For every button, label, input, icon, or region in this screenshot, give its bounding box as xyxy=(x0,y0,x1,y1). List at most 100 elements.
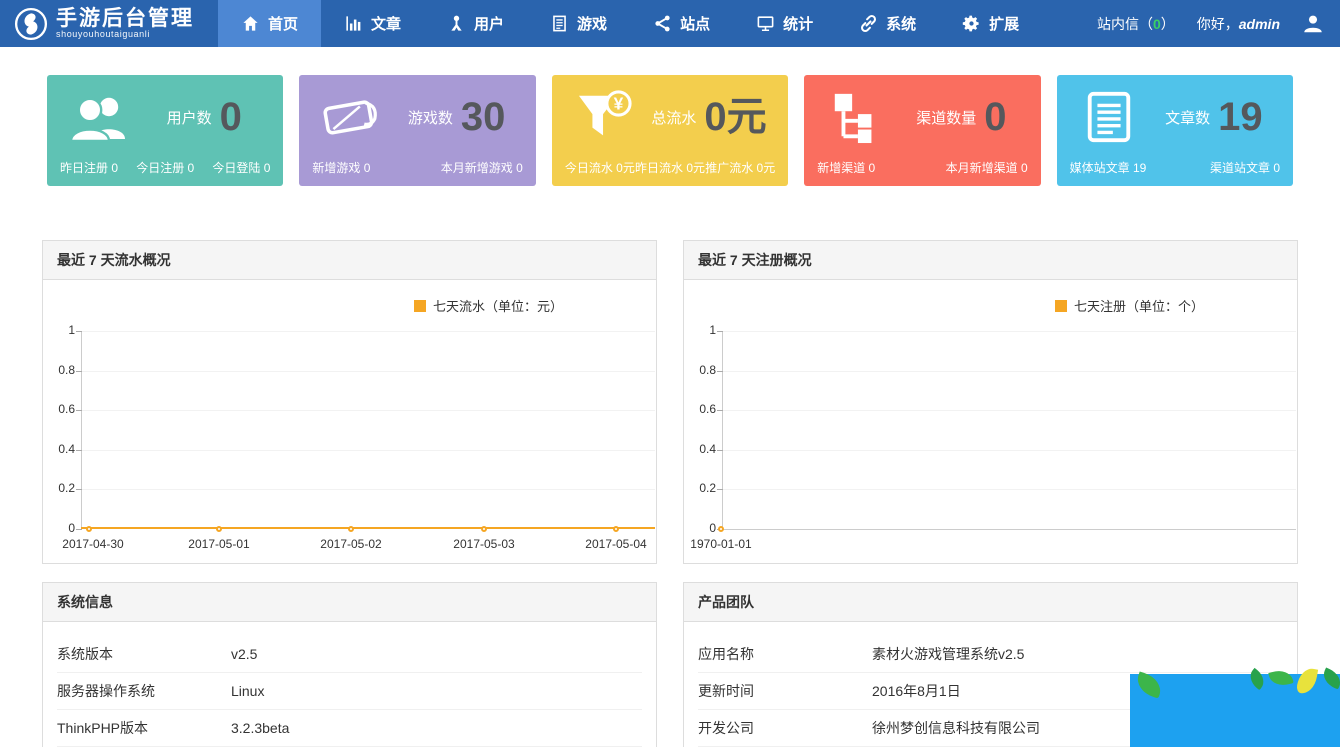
link-icon xyxy=(859,14,878,33)
logo-swirl-icon xyxy=(14,7,48,41)
x-axis-line xyxy=(722,529,1296,530)
nav-item-statistics[interactable]: 统计 xyxy=(733,0,836,47)
stat-card-articles: 文章数 19 媒体站文章 19 渠道站文章 0 xyxy=(1057,75,1293,186)
nav-item-games[interactable]: 游戏 xyxy=(527,0,630,47)
profile-person-icon[interactable] xyxy=(1302,13,1324,35)
share-nodes-icon xyxy=(653,14,672,33)
legend-label: 七天流水（单位：元） xyxy=(433,296,563,315)
monitor-icon xyxy=(756,14,775,33)
card-value: 19 xyxy=(1218,97,1263,137)
top-navbar: 手游后台管理 shouyouhoutaiguanli 首页 文章 用户 游戏 站… xyxy=(0,0,1340,47)
data-point xyxy=(718,526,724,532)
chart-legend[interactable]: 七天流水（单位：元） xyxy=(414,296,563,315)
nav-item-home[interactable]: 首页 xyxy=(218,0,321,47)
legend-swatch xyxy=(1055,300,1067,312)
main-nav: 首页 文章 用户 游戏 站点 统计 系统 扩展 xyxy=(218,0,1042,47)
nav-item-users[interactable]: 用户 xyxy=(424,0,527,47)
panel-title: 系统信息 xyxy=(43,583,656,622)
app-logo[interactable]: 手游后台管理 shouyouhoutaiguanli xyxy=(0,0,218,47)
panel-title: 最近 7 天流水概况 xyxy=(43,241,656,280)
card-stat: 推广流水 0元 xyxy=(705,159,775,176)
y-tick-label: 0.2 xyxy=(684,481,716,495)
nav-item-articles[interactable]: 文章 xyxy=(321,0,424,47)
greeting-text: 你好，admin xyxy=(1197,14,1280,34)
card-value: 0 xyxy=(984,97,1006,137)
card-stat: 媒体站文章 19 xyxy=(1070,159,1147,176)
stat-card-channels: 渠道数量 0 新增渠道 0 本月新增渠道 0 xyxy=(804,75,1040,186)
username: admin xyxy=(1239,16,1280,32)
info-row-thinkphp: ThinkPHP版本 3.2.3beta xyxy=(57,710,642,747)
card-stat: 本月新增渠道 0 xyxy=(946,159,1028,176)
card-value: 30 xyxy=(461,97,506,137)
y-tick-label: 0.6 xyxy=(43,402,75,416)
card-stat: 今日登陆 0 xyxy=(212,159,270,176)
y-tick-label: 0 xyxy=(43,521,75,535)
revenue-line-chart[interactable]: 七天流水（单位：元） 1 0.8 0.6 0.4 0.2 0 xyxy=(43,280,656,563)
gridline xyxy=(82,450,655,451)
app-title: 手游后台管理 xyxy=(56,8,194,30)
data-point xyxy=(216,526,222,532)
info-row-app-name: 应用名称 素材火游戏管理系统v2.5 xyxy=(698,636,1283,673)
app-subtitle: shouyouhoutaiguanli xyxy=(56,30,194,39)
x-tick-label: 2017-05-04 xyxy=(585,537,646,551)
panel-title: 最近 7 天注册概况 xyxy=(684,241,1297,280)
gear-icon xyxy=(962,14,981,33)
site-mail-link[interactable]: 站内信（0） xyxy=(1097,14,1175,34)
x-tick-label: 2017-05-01 xyxy=(188,537,249,551)
y-tick-label: 0 xyxy=(684,521,716,535)
stat-card-users: 用户数 0 昨日注册 0 今日注册 0 今日登陆 0 xyxy=(47,75,283,186)
y-axis-line xyxy=(722,331,723,529)
card-stat: 今日注册 0 xyxy=(136,159,194,176)
card-label: 用户数 xyxy=(167,107,212,128)
gridline xyxy=(723,450,1296,451)
nav-item-sites[interactable]: 站点 xyxy=(630,0,733,47)
info-row-version: 系统版本 v2.5 xyxy=(57,636,642,673)
user-icon xyxy=(447,14,466,33)
card-stat: 渠道站文章 0 xyxy=(1210,159,1280,176)
register-line-chart[interactable]: 七天注册（单位：个） 1 0.8 0.6 0.4 0.2 0 1970-01-0… xyxy=(684,280,1297,563)
card-value: 0元 xyxy=(704,97,766,137)
phone-game-icon xyxy=(312,90,390,144)
data-point xyxy=(86,526,92,532)
mail-count-badge: 0 xyxy=(1153,16,1161,32)
card-stat: 昨日流水 0元 xyxy=(635,159,705,176)
series-line xyxy=(81,527,655,529)
nav-item-extensions[interactable]: 扩展 xyxy=(939,0,1042,47)
data-point xyxy=(481,526,487,532)
gridline xyxy=(82,410,655,411)
y-tick-label: 0.8 xyxy=(684,363,716,377)
svg-text:¥: ¥ xyxy=(613,94,623,114)
panel-title: 产品团队 xyxy=(684,583,1297,622)
home-icon xyxy=(241,14,260,33)
y-tick-label: 1 xyxy=(684,323,716,337)
gridline xyxy=(82,331,655,332)
document-icon xyxy=(550,14,569,33)
article-icon xyxy=(1070,90,1148,144)
data-point xyxy=(348,526,354,532)
nav-item-system[interactable]: 系统 xyxy=(836,0,939,47)
funnel-yen-icon: ¥ xyxy=(565,90,643,144)
card-stat: 新增游戏 0 xyxy=(312,159,370,176)
system-info-panel: 系统信息 系统版本 v2.5 服务器操作系统 Linux ThinkPHP版本 … xyxy=(42,582,657,747)
x-tick-label: 2017-04-30 xyxy=(62,537,123,551)
gridline xyxy=(82,371,655,372)
promo-widget[interactable] xyxy=(1130,674,1340,747)
card-value: 0 xyxy=(220,97,242,137)
users-icon xyxy=(60,90,138,144)
y-tick-label: 1 xyxy=(43,323,75,337)
y-tick-label: 0.2 xyxy=(43,481,75,495)
info-row-os: 服务器操作系统 Linux xyxy=(57,673,642,710)
sitemap-icon xyxy=(817,90,895,144)
chart-legend[interactable]: 七天注册（单位：个） xyxy=(1055,296,1204,315)
gridline xyxy=(723,410,1296,411)
x-tick-label: 2017-05-03 xyxy=(453,537,514,551)
y-tick-label: 0.4 xyxy=(684,442,716,456)
charts-row: 最近 7 天流水概况 七天流水（单位：元） 1 0.8 0.6 0.4 0.2 … xyxy=(0,186,1340,564)
card-label: 文章数 xyxy=(1165,107,1210,128)
card-label: 渠道数量 xyxy=(916,107,976,128)
gridline xyxy=(82,489,655,490)
y-tick-label: 0.8 xyxy=(43,363,75,377)
x-tick-label: 2017-05-02 xyxy=(320,537,381,551)
card-stat: 新增渠道 0 xyxy=(817,159,875,176)
navbar-right: 站内信（0） 你好，admin xyxy=(1097,0,1340,47)
